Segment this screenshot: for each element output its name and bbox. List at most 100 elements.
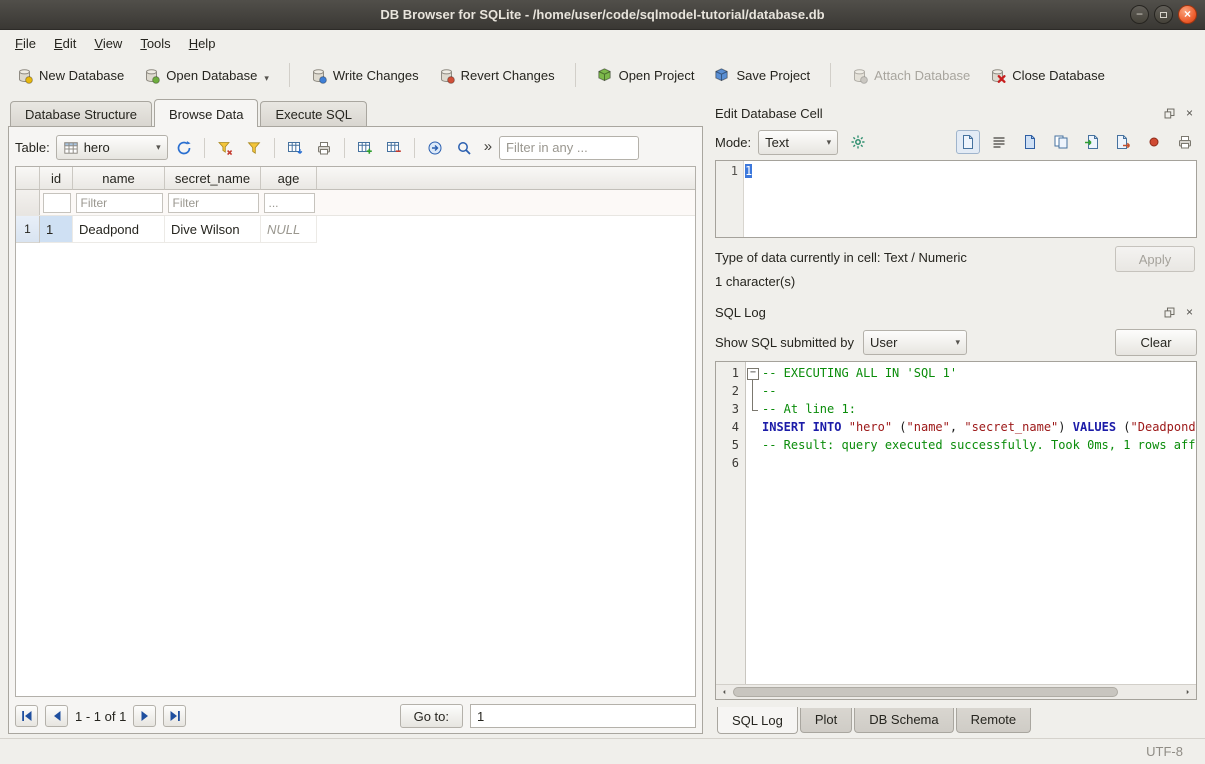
close-database-label: Close Database <box>1012 68 1105 83</box>
close-window-button[interactable]: × <box>1178 5 1197 24</box>
grid-corner[interactable] <box>16 167 40 190</box>
revert-changes-icon <box>438 67 455 84</box>
close-panel-button[interactable]: × <box>1182 106 1197 121</box>
copy-button[interactable] <box>1049 130 1073 154</box>
text-mode-button[interactable] <box>956 130 980 154</box>
filter-row <box>16 190 695 216</box>
save-project-button[interactable]: Save Project <box>705 61 818 90</box>
goto-button[interactable]: Go to: <box>400 704 463 728</box>
find-button[interactable] <box>451 135 477 161</box>
goto-cell-button[interactable] <box>422 135 448 161</box>
export-button[interactable] <box>1111 130 1135 154</box>
filter-input-secret-name[interactable] <box>168 193 259 213</box>
import-button[interactable] <box>1080 130 1104 154</box>
attach-database-button[interactable]: Attach Database <box>843 61 978 90</box>
text-document-icon <box>960 134 976 150</box>
column-header-name[interactable]: name <box>73 167 165 190</box>
log-line-text: -- <box>760 382 776 400</box>
revert-changes-button[interactable]: Revert Changes <box>430 61 563 90</box>
mode-selector[interactable]: Text ▾ <box>758 130 838 155</box>
open-external-button[interactable] <box>1018 130 1042 154</box>
filter-any-input[interactable] <box>499 136 639 160</box>
scrollbar-track[interactable] <box>732 685 1180 699</box>
filter-input-id[interactable] <box>43 193 71 213</box>
write-changes-button[interactable]: Write Changes <box>302 61 427 90</box>
titlebar[interactable]: DB Browser for SQLite - /home/user/code/… <box>0 0 1205 30</box>
insert-record-button[interactable] <box>352 135 378 161</box>
menu-edit[interactable]: Edit <box>45 32 85 55</box>
tab-remote[interactable]: Remote <box>956 708 1032 733</box>
cell-editor[interactable]: 1 1 <box>715 160 1197 238</box>
save-filter-button[interactable] <box>241 135 267 161</box>
column-header-age[interactable]: age <box>261 167 317 190</box>
save-table-button[interactable] <box>282 135 308 161</box>
sql-source-selector[interactable]: User ▾ <box>863 330 967 355</box>
table-selector[interactable]: hero ▾ <box>56 135 168 160</box>
tab-plot[interactable]: Plot <box>800 708 852 733</box>
grid-header-filler <box>317 167 695 190</box>
column-header-id[interactable]: id <box>40 167 73 190</box>
scroll-left-button[interactable] <box>716 685 732 699</box>
maximize-button[interactable] <box>1154 5 1173 24</box>
auto-format-button[interactable] <box>845 129 871 155</box>
row-header[interactable]: 1 <box>16 216 40 243</box>
tab-database-structure[interactable]: Database Structure <box>10 101 152 126</box>
table-label: Table: <box>15 140 50 155</box>
apply-button[interactable]: Apply <box>1115 246 1195 272</box>
cell-name[interactable]: Deadpond <box>73 216 165 243</box>
close-database-button[interactable]: Close Database <box>981 61 1113 90</box>
editor-content[interactable]: 1 <box>744 161 1196 237</box>
table-row[interactable]: 1 1 Deadpond Dive Wilson NULL <box>16 216 695 243</box>
print-button[interactable] <box>311 135 337 161</box>
scrollbar-thumb[interactable] <box>733 687 1118 697</box>
close-panel-button[interactable]: × <box>1182 305 1197 320</box>
prev-page-button[interactable] <box>45 705 68 727</box>
clear-filters-button[interactable] <box>212 135 238 161</box>
delete-record-button[interactable] <box>381 135 407 161</box>
tab-browse-data[interactable]: Browse Data <box>154 99 258 127</box>
tab-db-schema[interactable]: DB Schema <box>854 708 953 733</box>
horizontal-scrollbar[interactable] <box>716 684 1196 699</box>
menu-view[interactable]: View <box>85 32 131 55</box>
set-null-button[interactable] <box>1142 130 1166 154</box>
cell-age[interactable]: NULL <box>261 216 317 243</box>
import-icon <box>1084 134 1100 150</box>
data-grid: id name secret_name age <box>15 166 696 697</box>
float-panel-button[interactable] <box>1162 305 1177 320</box>
chevron-down-icon[interactable]: ▾ <box>264 73 269 84</box>
delete-record-icon <box>386 140 402 156</box>
tab-sql-log[interactable]: SQL Log <box>717 707 798 734</box>
cell-id[interactable]: 1 <box>40 216 73 243</box>
refresh-button[interactable] <box>171 135 197 161</box>
clear-log-button[interactable]: Clear <box>1115 329 1197 356</box>
menu-help[interactable]: Help <box>180 32 225 55</box>
chevron-down-icon: ▾ <box>151 142 161 153</box>
first-page-button[interactable] <box>15 705 38 727</box>
open-database-button[interactable]: Open Database ▾ <box>135 61 277 90</box>
log-line-number: 6 <box>716 454 746 472</box>
tab-execute-sql[interactable]: Execute SQL <box>260 101 367 126</box>
float-panel-button[interactable] <box>1162 106 1177 121</box>
filter-input-age[interactable] <box>264 193 315 213</box>
scroll-right-button[interactable] <box>1180 685 1196 699</box>
open-project-button[interactable]: Open Project <box>588 61 703 90</box>
encoding-indicator: UTF-8 <box>1146 744 1183 759</box>
menu-tools[interactable]: Tools <box>131 32 179 55</box>
next-page-button[interactable] <box>133 705 156 727</box>
log-line: 3-- At line 1: <box>716 400 1195 418</box>
browse-data-panel: Table: hero ▾ <box>8 126 703 734</box>
new-database-button[interactable]: New Database <box>8 61 132 90</box>
minimize-button[interactable]: − <box>1130 5 1149 24</box>
menu-file[interactable]: File <box>6 32 45 55</box>
goto-input[interactable] <box>470 704 696 728</box>
column-header-secret-name[interactable]: secret_name <box>165 167 261 190</box>
toolbar-overflow-button[interactable]: » <box>480 138 496 157</box>
sql-log-view[interactable]: 1-- EXECUTING ALL IN 'SQL 1'2--3-- At li… <box>715 361 1197 700</box>
fold-collapse-icon[interactable] <box>746 364 760 382</box>
last-page-button[interactable] <box>163 705 186 727</box>
log-line-number: 4 <box>716 418 746 436</box>
cell-secret-name[interactable]: Dive Wilson <box>165 216 261 243</box>
print-cell-button[interactable] <box>1173 130 1197 154</box>
filter-input-name[interactable] <box>76 193 163 213</box>
word-wrap-button[interactable] <box>987 130 1011 154</box>
